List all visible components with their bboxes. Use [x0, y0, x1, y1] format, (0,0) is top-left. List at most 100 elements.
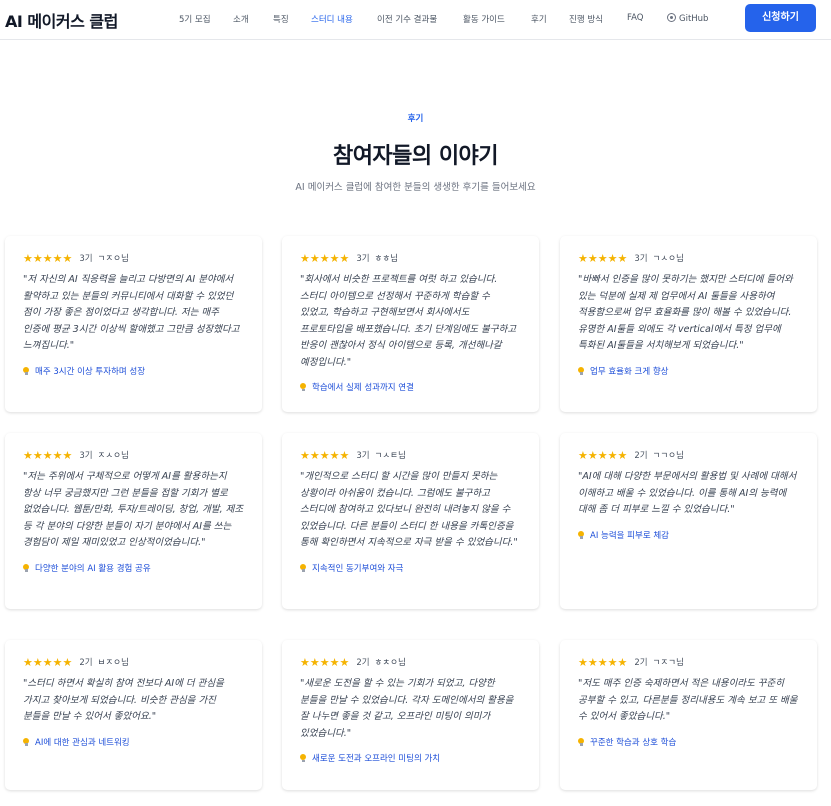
lightbulb-icon	[578, 737, 584, 746]
review-author: ㄱㅅㅌ님	[374, 451, 406, 461]
nav-faq[interactable]: FAQ	[627, 13, 643, 23]
review-meta: ★★★★★ 3기 ㄱㅅㅌ님	[300, 448, 521, 462]
nav-github[interactable]: GitHub	[667, 13, 708, 24]
review-cohort: 2기	[356, 658, 370, 668]
star-rating-icon: ★★★★★	[578, 251, 628, 265]
review-author: ㄱㅈㅇ님	[97, 254, 129, 264]
star-rating-icon: ★★★★★	[578, 655, 628, 669]
review-highlight-text: 다양한 분야의 AI 활용 경험 공유	[35, 563, 151, 574]
review-cohort: 3기	[634, 254, 648, 264]
review-card: ★★★★★ 3기 ㅎㅎ님 "회사에서 비슷한 프로젝트를 여럿 하고 있습니다.…	[282, 236, 539, 412]
review-meta: ★★★★★ 3기 ㄱㅅㅇ님	[578, 251, 799, 265]
review-highlight-text: 업무 효율화 크게 향상	[590, 366, 669, 377]
review-cohort: 2기	[79, 658, 93, 668]
review-quote: "AI에 대해 다양한 부문에서의 활용법 및 사례에 대해서 이해하고 배울 …	[578, 471, 797, 515]
lightbulb-icon	[23, 366, 29, 375]
review-meta: ★★★★★ 3기 ㅈㅅㅇ님	[23, 448, 244, 462]
review-author: ㅎㅊㅇ님	[374, 658, 406, 668]
nav-process[interactable]: 진행 방식	[569, 13, 603, 25]
section-subtitle: AI 메이커스 클럽에 참여한 분들의 생생한 후기를 들어보세요	[295, 182, 536, 193]
review-highlight-text: AI에 대한 관심과 네트워킹	[35, 737, 130, 748]
review-meta: ★★★★★ 3기 ㄱㅈㅇ님	[23, 251, 244, 265]
review-quote: "바빠서 인증을 많이 못하기는 했지만 스터디에 들어와 있는 덕분에 실제 …	[578, 274, 793, 351]
review-author: ㄱㅈㄱ님	[652, 658, 684, 668]
review-card: ★★★★★ 3기 ㅈㅅㅇ님 "저는 주위에서 구체적으로 어떻게 AI를 활용하…	[5, 433, 262, 609]
lightbulb-icon	[578, 530, 584, 539]
review-quote: "저는 주위에서 구체적으로 어떻게 AI를 활용하는지 항상 너무 궁금했지만…	[23, 471, 244, 548]
review-highlight-text: 매주 3시간 이상 투자하며 성장	[35, 366, 146, 377]
review-highlight-text: 지속적인 동기부여와 자극	[312, 563, 404, 574]
star-rating-icon: ★★★★★	[300, 251, 350, 265]
review-quote: "스터디 하면서 확실히 참여 전보다 AI에 더 관심을 가지고 찾아보게 되…	[23, 678, 224, 722]
section-title: 참여자들의 이야기	[332, 144, 499, 169]
star-rating-icon: ★★★★★	[300, 655, 350, 669]
top-navigation: AI 메이커스 클럽 5기 모집 소개 특징 스터디 내용 이전 기수 결과물 …	[0, 0, 831, 40]
review-quote: "새로운 도전을 할 수 있는 기회가 되었고, 다양한 분들을 만날 수 있었…	[300, 678, 514, 739]
review-card: ★★★★★ 3기 ㄱㅅㅌ님 "개인적으로 스터디 할 시간을 많이 만들지 못하…	[282, 433, 539, 609]
apply-button[interactable]: 신청하기	[745, 4, 816, 32]
lightbulb-icon	[300, 563, 306, 572]
review-card: ★★★★★ 2기 ㄱㅈㄱ님 "저도 매주 인증 숙제하면서 적은 내용이라도 꾸…	[560, 640, 817, 790]
lightbulb-icon	[23, 563, 29, 572]
review-meta: ★★★★★ 2기 ㄱㄱㅇ님	[578, 448, 799, 462]
nav-features[interactable]: 특징	[273, 13, 289, 25]
star-rating-icon: ★★★★★	[300, 448, 350, 462]
review-highlight: 매주 3시간 이상 투자하며 성장	[23, 365, 244, 377]
review-quote: "개인적으로 스터디 할 시간을 많이 만들지 못하는 상황이라 아쉬움이 컸습…	[300, 471, 518, 548]
star-rating-icon: ★★★★★	[578, 448, 628, 462]
nav-study-content[interactable]: 스터디 내용	[311, 13, 353, 25]
lightbulb-icon	[578, 366, 584, 375]
review-highlight: 지속적인 동기부여와 자극	[300, 562, 521, 574]
review-meta: ★★★★★ 2기 ㄱㅈㄱ님	[578, 655, 799, 669]
reviews-section-header: 후기 참여자들의 이야기 AI 메이커스 클럽에 참여한 분들의 생생한 후기를…	[0, 112, 831, 193]
star-rating-icon: ★★★★★	[23, 655, 73, 669]
review-meta: ★★★★★ 2기 ㅎㅊㅇ님	[300, 655, 521, 669]
nav-previous-results[interactable]: 이전 기수 결과물	[377, 13, 437, 25]
review-highlight: 새로운 도전과 오프라인 미팅의 가치	[300, 752, 521, 764]
review-highlight: AI 능력을 피부로 체감	[578, 529, 799, 541]
review-highlight-text: AI 능력을 피부로 체감	[590, 530, 669, 541]
nav-recruit[interactable]: 5기 모집	[179, 13, 211, 25]
review-highlight: 다양한 분야의 AI 활용 경험 공유	[23, 562, 244, 574]
nav-activity-guide[interactable]: 활동 가이드	[463, 13, 505, 25]
review-quote: "저 자신의 AI 직응력을 늘리고 다방면의 AI 분야에서 활약하고 있는 …	[23, 274, 240, 351]
review-card: ★★★★★ 2기 ㅂㅈㅇ님 "스터디 하면서 확실히 참여 전보다 AI에 더 …	[5, 640, 262, 790]
review-quote: "회사에서 비슷한 프로젝트를 여럿 하고 있습니다. 스터디 아이템으로 선정…	[300, 274, 517, 368]
review-cohort: 2기	[634, 658, 648, 668]
review-meta: ★★★★★ 2기 ㅂㅈㅇ님	[23, 655, 244, 669]
review-card: ★★★★★ 2기 ㄱㄱㅇ님 "AI에 대해 다양한 부문에서의 활용법 및 사례…	[560, 433, 817, 609]
review-meta: ★★★★★ 3기 ㅎㅎ님	[300, 251, 521, 265]
review-highlight: 꾸준한 학습과 상호 학습	[578, 736, 799, 748]
section-eyebrow: 후기	[407, 114, 424, 124]
review-highlight: 업무 효율화 크게 향상	[578, 365, 799, 377]
review-highlight-text: 꾸준한 학습과 상호 학습	[590, 737, 677, 748]
review-highlight-text: 학습에서 실제 성과까지 연결	[312, 383, 414, 393]
github-icon	[667, 13, 676, 22]
review-cohort: 2기	[634, 451, 648, 461]
review-cohort: 3기	[79, 254, 93, 264]
nav-links: 5기 모집 소개 특징 스터디 내용 이전 기수 결과물 활동 가이드 후기 진…	[0, 0, 831, 40]
review-author: ㅎㅎ님	[374, 254, 399, 264]
review-cohort: 3기	[356, 254, 370, 264]
lightbulb-icon	[300, 383, 306, 391]
nav-intro[interactable]: 소개	[233, 13, 249, 25]
review-cohort: 3기	[79, 451, 93, 461]
nav-github-label: GitHub	[679, 14, 709, 24]
review-author: ㄱㄱㅇ님	[652, 451, 684, 461]
lightbulb-icon	[23, 737, 29, 746]
review-card: ★★★★★ 2기 ㅎㅊㅇ님 "새로운 도전을 할 수 있는 기회가 되었고, 다…	[282, 640, 539, 790]
nav-reviews[interactable]: 후기	[531, 13, 547, 25]
review-author: ㅈㅅㅇ님	[97, 451, 129, 461]
review-author: ㄱㅅㅇ님	[652, 254, 684, 264]
review-highlight: 학습에서 실제 성과까지 연결	[300, 381, 521, 393]
review-card: ★★★★★ 3기 ㄱㅅㅇ님 "바빠서 인증을 많이 못하기는 했지만 스터디에 …	[560, 236, 817, 412]
star-rating-icon: ★★★★★	[23, 448, 73, 462]
review-cohort: 3기	[356, 451, 370, 461]
review-author: ㅂㅈㅇ님	[97, 658, 129, 668]
lightbulb-icon	[300, 754, 306, 762]
review-highlight-text: 새로운 도전과 오프라인 미팅의 가치	[312, 754, 441, 764]
review-highlight: AI에 대한 관심과 네트워킹	[23, 736, 244, 748]
star-rating-icon: ★★★★★	[23, 251, 73, 265]
review-quote: "저도 매주 인증 숙제하면서 적은 내용이라도 꾸준히 공부할 수 있고, 다…	[578, 678, 798, 722]
review-card: ★★★★★ 3기 ㄱㅈㅇ님 "저 자신의 AI 직응력을 늘리고 다방면의 AI…	[5, 236, 262, 412]
